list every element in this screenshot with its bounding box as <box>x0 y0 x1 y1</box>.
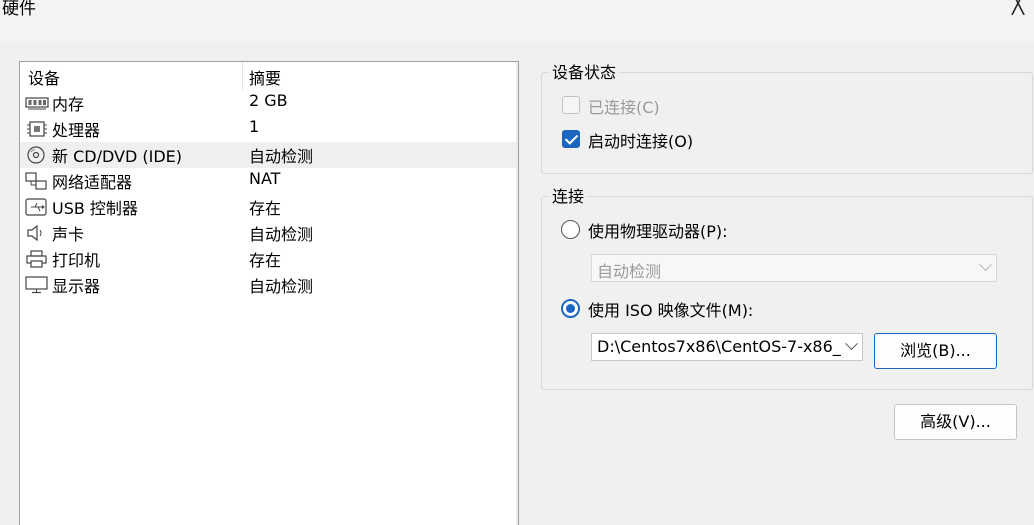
physical-drive-radio[interactable] <box>561 220 580 239</box>
scrollbar-track[interactable] <box>516 62 518 525</box>
connected-label: 已连接(C) <box>588 98 660 117</box>
device-row-sound[interactable]: 声卡 自动检测 <box>20 220 518 246</box>
iso-path-value: D:\Centos7x86\CentOS-7-x86_ <box>597 337 841 356</box>
cd-dvd-icon <box>25 146 49 164</box>
device-name: USB 控制器 <box>52 199 138 218</box>
title-bar: 硬件 ╳ <box>0 0 1034 42</box>
connected-checkbox[interactable] <box>562 96 580 114</box>
iso-path-combo[interactable]: D:\Centos7x86\CentOS-7-x86_ <box>591 333 863 361</box>
device-summary: 1 <box>249 117 260 136</box>
browse-button[interactable]: 浏览(B)... <box>874 333 997 369</box>
device-summary: 自动检测 <box>249 147 314 166</box>
iso-image-label: 使用 ISO 映像文件(M): <box>588 301 754 320</box>
device-summary: 自动检测 <box>249 225 314 244</box>
device-row-usb[interactable]: USB 控制器 存在 <box>20 194 518 220</box>
column-header-device[interactable]: 设备 <box>28 65 60 89</box>
window-title: 硬件 <box>2 0 36 19</box>
display-icon <box>25 276 49 294</box>
device-row-printer[interactable]: 打印机 存在 <box>20 246 518 272</box>
iso-image-radio[interactable] <box>561 299 580 318</box>
column-header-summary[interactable]: 摘要 <box>249 65 281 89</box>
device-row-network-adapter[interactable]: 网络适配器 NAT <box>20 168 518 194</box>
chevron-down-icon[interactable] <box>845 337 858 351</box>
device-summary: 存在 <box>249 199 282 218</box>
printer-icon <box>25 250 49 268</box>
device-name: 新 CD/DVD (IDE) <box>52 147 182 166</box>
device-list-header: 设备 摘要 <box>20 62 518 90</box>
memory-icon <box>25 94 49 112</box>
connection-title: 连接 <box>549 183 588 207</box>
column-divider[interactable] <box>242 62 243 90</box>
device-name: 打印机 <box>52 251 101 270</box>
close-icon[interactable]: ╳ <box>1012 0 1024 13</box>
device-name: 处理器 <box>52 121 101 140</box>
connect-at-power-on-checkbox[interactable] <box>562 130 580 148</box>
device-name: 显示器 <box>52 277 101 296</box>
network-adapter-icon <box>25 172 49 190</box>
device-row-display[interactable]: 显示器 自动检测 <box>20 272 518 298</box>
device-name: 声卡 <box>52 225 85 244</box>
device-row-processor[interactable]: 处理器 1 <box>20 116 518 142</box>
device-name: 网络适配器 <box>52 173 133 192</box>
device-row-cd-dvd[interactable]: 新 CD/DVD (IDE) 自动检测 <box>20 142 518 168</box>
physical-drive-select[interactable]: 自动检测 <box>591 254 997 282</box>
advanced-button[interactable]: 高级(V)... <box>894 404 1017 440</box>
physical-drive-select-value: 自动检测 <box>597 262 662 281</box>
connect-at-power-on-label: 启动时连接(O) <box>588 132 694 151</box>
device-summary: 2 GB <box>249 91 288 110</box>
device-row-memory[interactable]: 内存 2 GB <box>20 90 518 116</box>
device-status-title: 设备状态 <box>549 59 620 83</box>
speaker-icon <box>25 224 49 242</box>
device-list[interactable]: 设备 摘要 内存 2 GB 处理器 1 新 CD/DVD (IDE) 自动检测 … <box>19 61 519 525</box>
device-status-group: 设备状态 <box>541 59 1033 174</box>
physical-drive-label: 使用物理驱动器(P): <box>588 222 728 241</box>
usb-icon <box>25 198 49 216</box>
processor-icon <box>25 120 49 138</box>
device-name: 内存 <box>52 95 85 114</box>
device-summary: 自动检测 <box>249 277 314 296</box>
device-summary: NAT <box>249 169 281 188</box>
device-summary: 存在 <box>249 251 282 270</box>
chevron-down-icon <box>979 258 992 272</box>
